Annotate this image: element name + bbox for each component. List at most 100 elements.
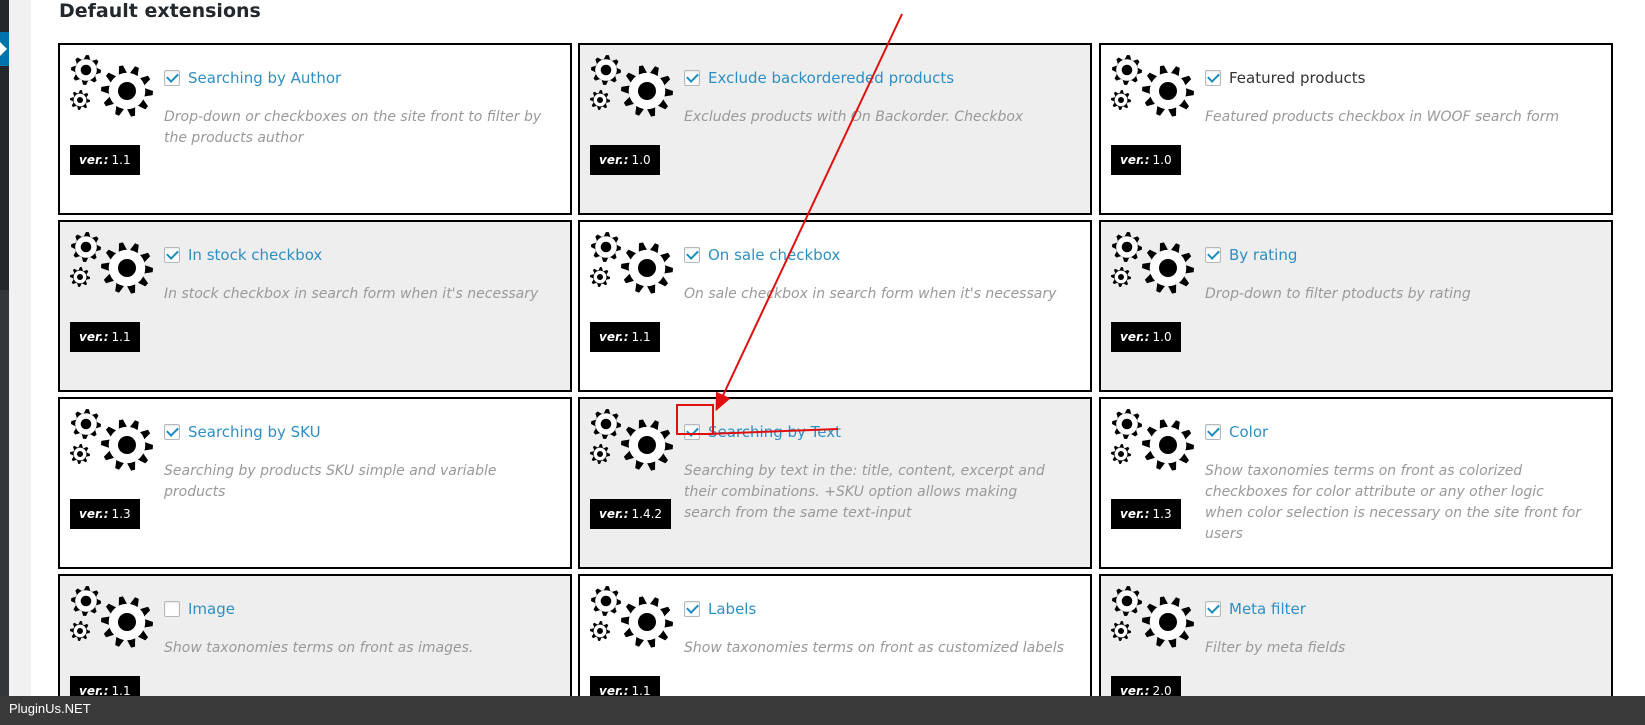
gears-icon	[1110, 232, 1198, 302]
extension-title[interactable]: By rating	[1229, 246, 1297, 264]
extension-card: Color Show taxonomies terms on front as c…	[1099, 397, 1613, 569]
gears-icon	[69, 55, 157, 125]
version-badge: ver.: 1.0	[1111, 145, 1181, 175]
extension-title[interactable]: Searching by Text	[708, 423, 841, 441]
extension-title-row: On sale checkbox	[684, 246, 840, 264]
extension-description: Show taxonomies terms on front as images…	[164, 640, 474, 656]
extension-card: On sale checkbox On sale checkbox in sear…	[578, 220, 1092, 392]
extension-description: In stock checkbox in search form when it…	[164, 286, 539, 302]
extension-checkbox[interactable]	[1205, 70, 1221, 86]
extension-card: Featured products Featured products check…	[1099, 43, 1613, 215]
extension-title[interactable]: Image	[188, 600, 235, 618]
version-number: 1.3	[1152, 507, 1172, 521]
extension-description: Searching by text in the: title, content…	[684, 463, 1045, 521]
version-number: 1.1	[631, 330, 651, 344]
extension-title-row: Searching by SKU	[164, 423, 321, 441]
extension-card: Meta filter Filter by meta fields ver.: 2.0	[1099, 574, 1613, 696]
bottom-bar: PluginUs.NET	[0, 696, 1645, 725]
gears-icon	[589, 232, 677, 302]
footer-text: PluginUs.NET	[9, 701, 91, 716]
version-number: 1.1	[111, 330, 131, 344]
extension-checkbox[interactable]	[1205, 424, 1221, 440]
extension-card: Image Show taxonomies terms on front as i…	[58, 574, 572, 696]
gears-icon	[589, 409, 677, 479]
extension-card: Searching by Author Drop-down or checkbox…	[58, 43, 572, 215]
version-number: 1.0	[631, 153, 651, 167]
extension-card: Searching by SKU Searching by products SK…	[58, 397, 572, 569]
extension-title-row: Searching by Author	[164, 69, 341, 87]
extension-title-row: Featured products	[1205, 69, 1365, 87]
extension-description: Drop-down to filter ptoducts by rating	[1205, 286, 1471, 302]
version-badge: ver.: 1.3	[1111, 499, 1181, 529]
extension-checkbox[interactable]	[1205, 247, 1221, 263]
extension-checkbox[interactable]	[164, 424, 180, 440]
extension-description: Filter by meta fields	[1205, 640, 1346, 656]
version-number: 1.0	[1152, 330, 1172, 344]
extension-checkbox[interactable]	[1205, 601, 1221, 617]
extension-card: Labels Show taxonomies terms on front as …	[578, 574, 1092, 696]
extension-title-row: Color	[1205, 423, 1268, 441]
gears-icon	[69, 232, 157, 302]
extension-card: Exclude backordereded products Excludes p…	[578, 43, 1092, 215]
version-badge: ver.: 1.0	[590, 145, 660, 175]
extension-title[interactable]: Searching by Author	[188, 69, 341, 87]
gears-icon	[69, 586, 157, 656]
extension-checkbox[interactable]	[164, 601, 180, 617]
extension-checkbox[interactable]	[164, 247, 180, 263]
version-number: 1.1	[111, 153, 131, 167]
version-label: ver.:	[599, 153, 629, 167]
extension-description: Drop-down or checkboxes on the site fron…	[164, 109, 542, 146]
extension-description: Searching by products SKU simple and var…	[164, 463, 497, 500]
extension-description: Show taxonomies terms on front as custom…	[684, 640, 1064, 656]
gears-icon	[1110, 409, 1198, 479]
version-label: ver.:	[79, 153, 109, 167]
version-badge: ver.: 1.1	[590, 322, 660, 352]
version-label: ver.:	[599, 507, 629, 521]
extension-title-row: Labels	[684, 600, 756, 618]
extension-description: Excludes products with On Backorder. Che…	[684, 109, 1024, 125]
version-label: ver.:	[1120, 507, 1150, 521]
extension-title[interactable]: Meta filter	[1229, 600, 1306, 618]
gears-icon	[69, 409, 157, 479]
version-number: 1.3	[111, 507, 131, 521]
version-badge: ver.: 2.0	[1111, 676, 1181, 696]
extension-checkbox[interactable]	[684, 70, 700, 86]
gears-icon	[1110, 55, 1198, 125]
extension-description: On sale checkbox in search form when it'…	[684, 286, 1057, 302]
version-label: ver.:	[1120, 684, 1150, 696]
extension-card: In stock checkbox In stock checkbox in se…	[58, 220, 572, 392]
extension-title[interactable]: Exclude backordereded products	[708, 69, 954, 87]
extension-checkbox[interactable]	[684, 601, 700, 617]
extension-title[interactable]: On sale checkbox	[708, 246, 840, 264]
extension-title[interactable]: In stock checkbox	[188, 246, 322, 264]
version-badge: ver.: 1.4.2	[590, 499, 672, 529]
gears-icon	[1110, 586, 1198, 656]
section-title: Default extensions	[59, 0, 261, 22]
version-badge: ver.: 1.1	[590, 676, 660, 696]
extension-title-row: Searching by Text	[684, 423, 841, 441]
gears-icon	[589, 586, 677, 656]
version-badge: ver.: 1.1	[70, 322, 140, 352]
version-number: 1.1	[111, 684, 131, 696]
extension-description: Featured products checkbox in WOOF searc…	[1205, 109, 1560, 125]
extensions-grid: Searching by Author Drop-down or checkbox…	[58, 43, 1613, 696]
extension-checkbox[interactable]	[684, 424, 700, 440]
version-number: 1.4.2	[631, 507, 663, 521]
sidebar-collapse-arrow-icon[interactable]	[0, 32, 9, 66]
extension-title[interactable]: Labels	[708, 600, 756, 618]
extension-checkbox[interactable]	[684, 247, 700, 263]
extension-title-row: Exclude backordereded products	[684, 69, 954, 87]
version-label: ver.:	[599, 330, 629, 344]
version-badge: ver.: 1.1	[70, 676, 140, 696]
admin-sidebar-lower	[0, 290, 9, 696]
version-number: 1.1	[631, 684, 651, 696]
extension-title-row: In stock checkbox	[164, 246, 322, 264]
extension-card: By rating Drop-down to filter ptoducts by…	[1099, 220, 1613, 392]
gears-icon	[589, 55, 677, 125]
extension-description: Show taxonomies terms on front as colori…	[1205, 463, 1582, 542]
version-label: ver.:	[79, 330, 109, 344]
extension-title[interactable]: Featured products	[1229, 69, 1365, 87]
extension-checkbox[interactable]	[164, 70, 180, 86]
extension-title[interactable]: Searching by SKU	[188, 423, 321, 441]
extension-title[interactable]: Color	[1229, 423, 1268, 441]
